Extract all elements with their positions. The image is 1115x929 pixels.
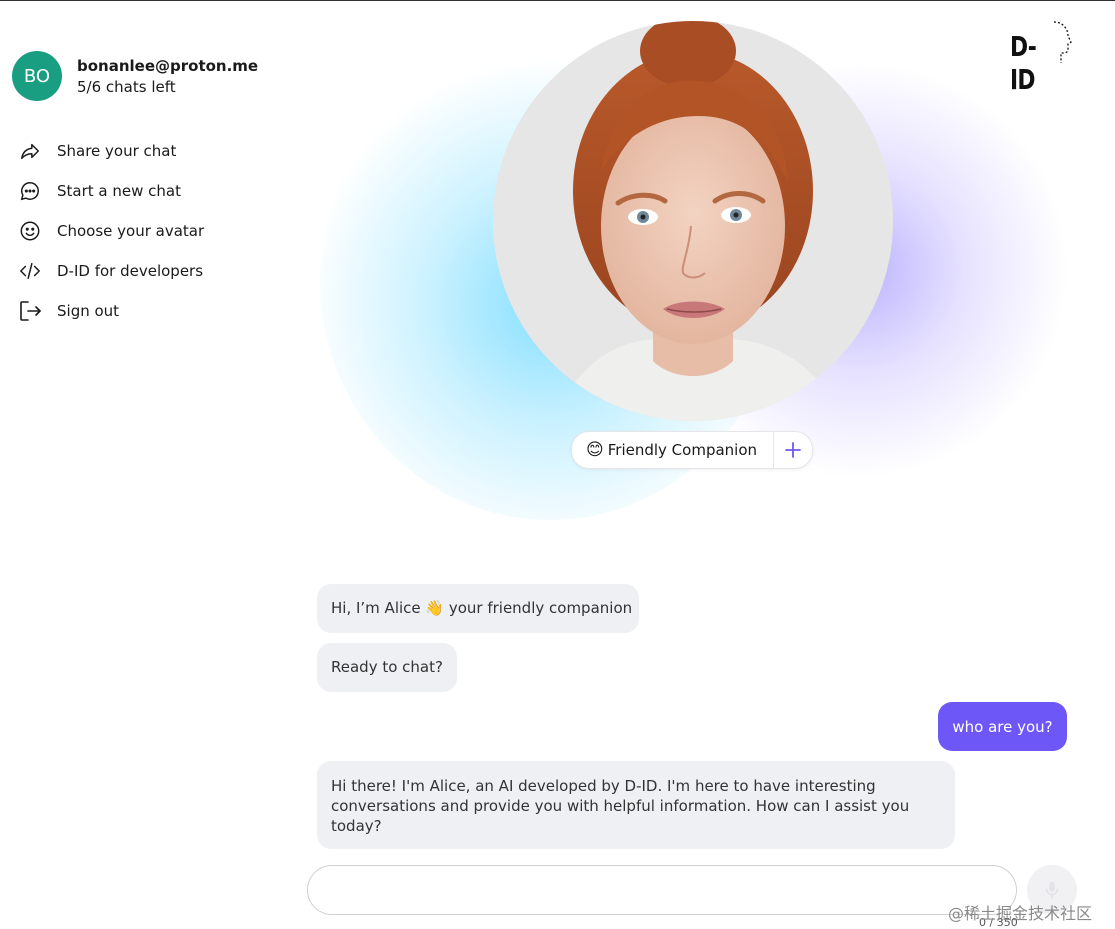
chat-input-container (307, 865, 1017, 915)
avatar-portrait (493, 21, 893, 421)
assistant-message: Hi, I’m Alice 👋 your friendly companion (317, 584, 639, 633)
menu-item-choose-avatar[interactable]: Choose your avatar (17, 211, 204, 251)
menu-item-new-chat[interactable]: Start a new chat (17, 171, 204, 211)
user-message: who are you? (938, 702, 1067, 751)
plus-icon (785, 442, 801, 458)
avatar: BO (12, 51, 62, 101)
assistant-message: Hi there! I'm Alice, an AI developed by … (317, 761, 955, 849)
sidebar-menu: Share your chat Start a new chat Choose … (17, 131, 204, 331)
chat-input[interactable] (308, 866, 1016, 914)
menu-item-developers[interactable]: D-ID for developers (17, 251, 204, 291)
companion-selector[interactable]: 😊 Friendly Companion (571, 431, 813, 469)
menu-item-label: Start a new chat (57, 182, 181, 200)
menu-item-share-chat[interactable]: Share your chat (17, 131, 204, 171)
assistant-message: Ready to chat? (317, 643, 457, 692)
watermark-text: @稀土掘金技术社区 (948, 904, 1093, 923)
smiley-emoji-icon: 😊 (586, 440, 604, 460)
head-outline-icon (1053, 21, 1072, 63)
code-icon (17, 258, 43, 284)
menu-item-sign-out[interactable]: Sign out (17, 291, 204, 331)
chats-left-count: 5/6 chats left (77, 77, 176, 96)
menu-item-label: D-ID for developers (57, 262, 204, 280)
share-icon (17, 138, 43, 164)
companion-name: Friendly Companion (607, 441, 758, 459)
sign-out-icon (17, 298, 43, 324)
d-id-logo[interactable]: D-ID (1008, 20, 1074, 96)
smiley-icon (17, 218, 43, 244)
microphone-icon (1045, 881, 1059, 900)
user-profile: BO bonanlee@proton.me 5/6 chats left (12, 51, 258, 101)
menu-item-label: Choose your avatar (57, 222, 205, 240)
menu-item-label: Sign out (57, 302, 120, 320)
user-email: bonanlee@proton.me (77, 56, 259, 75)
add-companion-button[interactable] (774, 432, 812, 468)
user-info: bonanlee@proton.me 5/6 chats left (77, 57, 258, 96)
menu-item-label: Share your chat (57, 142, 177, 160)
chat-bubble-icon (17, 178, 43, 204)
portrait-image (493, 21, 893, 421)
top-border (0, 0, 1115, 1)
